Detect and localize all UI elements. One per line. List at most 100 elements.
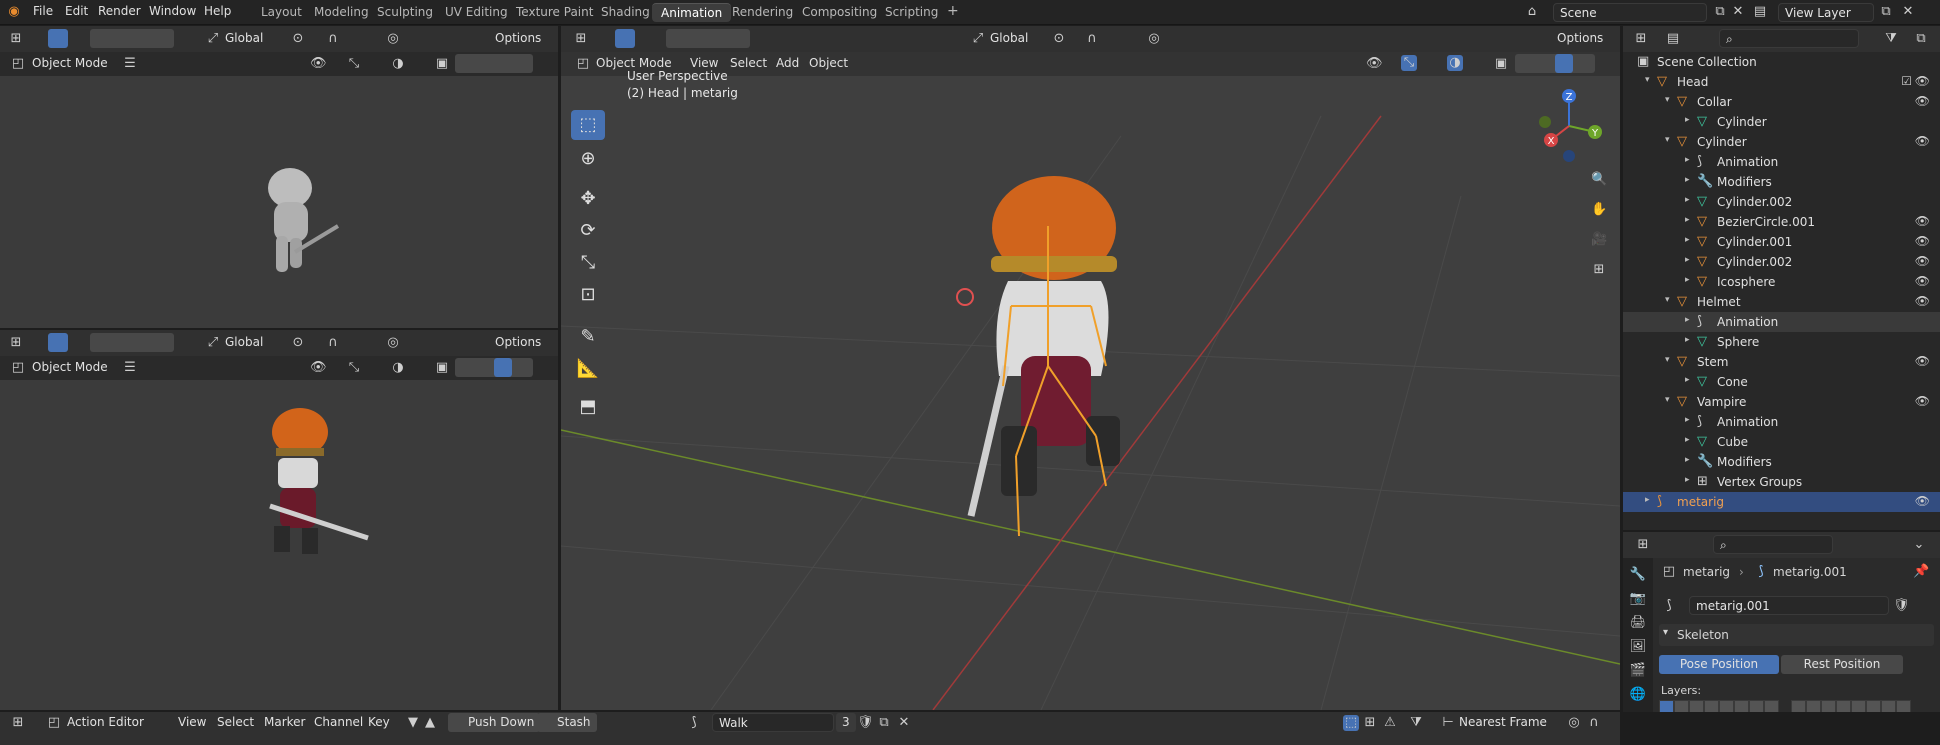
visibility-eye-icon[interactable]: 👁: [1915, 274, 1930, 288]
snap-icon[interactable]: ∩: [325, 31, 341, 47]
scale-tool-icon[interactable]: ⤡: [571, 248, 605, 278]
editor-type-icon[interactable]: ⊞: [8, 335, 24, 351]
bone-layer-toggle[interactable]: [1764, 700, 1779, 712]
xray-icon[interactable]: ▣: [1493, 56, 1509, 72]
view-layer-tab-icon[interactable]: 🖼: [1627, 636, 1649, 658]
bone-layer-toggle[interactable]: [1689, 700, 1704, 712]
pin-icon[interactable]: 📌: [1913, 564, 1929, 580]
fake-user-shield-icon[interactable]: 🛡: [857, 715, 874, 731]
filter-icon[interactable]: ⧩: [1408, 715, 1424, 731]
rotate-tool-icon[interactable]: ⟳: [571, 216, 605, 246]
bone-layer-toggle[interactable]: [1674, 700, 1689, 712]
bone-layer-toggle[interactable]: [1851, 700, 1866, 712]
tab-compositing[interactable]: Compositing: [793, 3, 886, 22]
editor-mode-dropdown[interactable]: Action Editor: [62, 713, 149, 732]
blender-logo-icon[interactable]: ◉: [6, 4, 22, 20]
outliner-row[interactable]: ▾ ▽ Vampire 👁: [1623, 392, 1940, 412]
xray-icon[interactable]: ▣: [434, 360, 450, 376]
select-mode-group[interactable]: [666, 29, 750, 48]
snap-icon[interactable]: ∩: [325, 335, 341, 351]
zoom-icon[interactable]: 🔍: [1591, 172, 1607, 188]
world-tab-icon[interactable]: 🌐: [1627, 684, 1649, 706]
hamburger-menu-icon[interactable]: ☰: [122, 56, 138, 72]
options-dropdown[interactable]: Options: [489, 333, 548, 352]
add-cube-tool-icon[interactable]: ⬒: [571, 392, 605, 422]
outliner-row[interactable]: ▸ ▽ Cylinder.001 👁: [1623, 232, 1940, 252]
expand-toggle-icon[interactable]: ▾: [1665, 295, 1670, 305]
expand-toggle-icon[interactable]: ▸: [1685, 315, 1690, 325]
measure-tool-icon[interactable]: 📐: [571, 354, 605, 384]
gizmo-icon[interactable]: ⤡: [346, 56, 362, 72]
hamburger-menu-icon[interactable]: ☰: [122, 360, 138, 376]
add-workspace-button[interactable]: +: [938, 1, 968, 20]
menu-select[interactable]: Select: [725, 54, 772, 73]
only-selected-icon[interactable]: ⬚: [1343, 715, 1359, 731]
errors-only-icon[interactable]: ⚠: [1382, 715, 1398, 731]
expand-toggle-icon[interactable]: ▾: [1665, 135, 1670, 145]
bone-layer-toggle[interactable]: [1749, 700, 1764, 712]
bone-layer-toggle[interactable]: [1791, 700, 1806, 712]
outliner-row[interactable]: ▸ ▽ Icosphere 👁: [1623, 272, 1940, 292]
navigation-gizmo[interactable]: Z Y X: [1529, 84, 1609, 164]
overlay-icon[interactable]: ◑: [1447, 55, 1463, 71]
shading-group[interactable]: [455, 54, 533, 73]
outliner-row[interactable]: ▸ ▽ Cylinder.002: [1623, 192, 1940, 212]
outliner-row[interactable]: ▸ ⟆ Animation: [1623, 412, 1940, 432]
filter-icon[interactable]: ⧩: [1883, 31, 1899, 47]
fake-user-shield-icon[interactable]: 🛡: [1893, 598, 1910, 614]
delete-view-layer-icon[interactable]: ✕: [1900, 4, 1916, 20]
expand-toggle-icon[interactable]: ▸: [1685, 335, 1690, 345]
bone-layers-grid[interactable]: [1659, 700, 1919, 712]
transform-orientation-dropdown[interactable]: Global: [220, 333, 268, 352]
visibility-eye-icon[interactable]: 👁: [1915, 74, 1930, 88]
expand-toggle-icon[interactable]: ▸: [1685, 115, 1690, 125]
visibility-icon[interactable]: 👁: [310, 56, 327, 72]
armature-name-field[interactable]: metarig.001: [1689, 596, 1889, 615]
keyframe-type-icon[interactable]: ▼: [405, 715, 421, 731]
action-user-count[interactable]: 3: [836, 713, 856, 732]
transform-orientation-dropdown[interactable]: Global: [985, 29, 1033, 48]
outliner-row[interactable]: ▾ ▽ Cylinder 👁: [1623, 132, 1940, 152]
visibility-eye-icon[interactable]: 👁: [1915, 354, 1930, 368]
expand-toggle-icon[interactable]: ▸: [1645, 495, 1650, 505]
select-box-icon[interactable]: [615, 29, 635, 48]
outliner-row[interactable]: ▸ 🔧 Modifiers: [1623, 452, 1940, 472]
tab-shading[interactable]: Shading: [592, 3, 659, 22]
main-viewport[interactable]: ⊞ ⤢ Global ⊙ ∩ ◎ Options ◰ Object Mode V…: [561, 26, 1620, 710]
new-view-layer-icon[interactable]: ⧉: [1878, 4, 1894, 20]
scene-field[interactable]: Scene: [1553, 3, 1707, 22]
tab-texture-paint[interactable]: Texture Paint: [507, 3, 602, 22]
outliner-row[interactable]: ▸ ⟆ Animation: [1623, 312, 1940, 332]
ortho-toggle-icon[interactable]: ⊞: [1591, 262, 1607, 278]
transform-orientation-icon[interactable]: ⤢: [970, 31, 986, 47]
menu-render[interactable]: Render: [98, 4, 141, 18]
bone-layer-toggle[interactable]: [1866, 700, 1881, 712]
editor-type-icon[interactable]: ⊞: [573, 31, 589, 47]
pivot-icon[interactable]: ⊙: [1051, 31, 1067, 47]
expand-toggle-icon[interactable]: ▸: [1685, 455, 1690, 465]
select-mode-group[interactable]: [90, 333, 174, 352]
outliner-row[interactable]: ▸ 🔧 Modifiers: [1623, 172, 1940, 192]
expand-toggle-icon[interactable]: ▸: [1685, 215, 1690, 225]
expand-toggle-icon[interactable]: ▸: [1685, 175, 1690, 185]
object-mode-dropdown[interactable]: Object Mode: [27, 358, 113, 377]
scene-tab-icon[interactable]: 🎬: [1627, 660, 1649, 682]
new-scene-icon[interactable]: ⧉: [1712, 4, 1728, 20]
expand-toggle-icon[interactable]: ▸: [1685, 235, 1690, 245]
output-tab-icon[interactable]: 🖨: [1627, 612, 1649, 634]
action-name-field[interactable]: Walk: [712, 713, 834, 732]
transform-orientation-icon[interactable]: ⤢: [205, 31, 221, 47]
stash-button[interactable]: Stash: [537, 713, 597, 732]
outliner-row[interactable]: ▸ ▽ Sphere: [1623, 332, 1940, 352]
xray-icon[interactable]: ▣: [434, 56, 450, 72]
outliner-row[interactable]: ▣ Scene Collection: [1623, 52, 1940, 72]
action-browse-icon[interactable]: ⟆: [686, 715, 702, 731]
annotate-tool-icon[interactable]: ✎: [571, 322, 605, 352]
options-dropdown[interactable]: Options: [1551, 29, 1610, 48]
menu-edit[interactable]: Edit: [65, 4, 88, 18]
menu-key[interactable]: Key: [363, 713, 395, 732]
transform-tool-icon[interactable]: ⊡: [571, 280, 605, 310]
outliner-row[interactable]: ▸ ⟆ Animation: [1623, 152, 1940, 172]
bone-layer-toggle[interactable]: [1806, 700, 1821, 712]
gizmo-icon[interactable]: ⤡: [1401, 55, 1417, 71]
